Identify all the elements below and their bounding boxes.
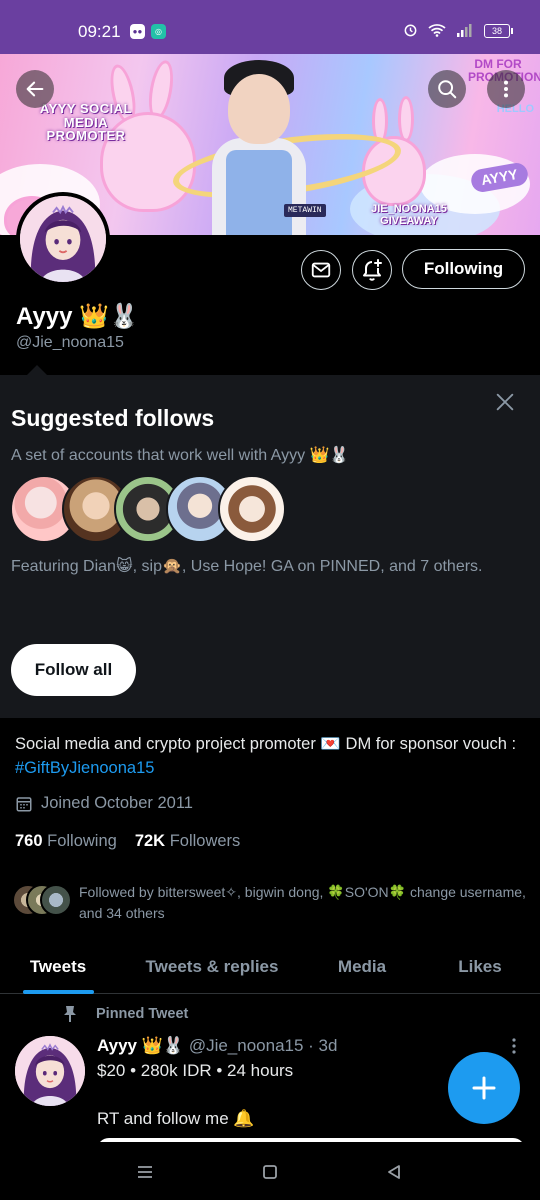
- arrow-left-icon: [26, 81, 44, 97]
- tweet-author-name[interactable]: Ayyy 👑🐰: [97, 1036, 184, 1055]
- avatar-illustration: [20, 196, 106, 282]
- bunny-ear: [398, 96, 414, 142]
- banner-text-giveaway: JIE_NOONA15 GIVEAWAY: [371, 203, 447, 227]
- banner-name-tag: METAWIN: [284, 204, 326, 217]
- menu-icon: [138, 1166, 152, 1178]
- teal-app-icon: ◎: [151, 24, 166, 39]
- alarm-icon: [403, 22, 418, 40]
- bio-hashtag-link[interactable]: #GiftByJienoona15: [15, 759, 154, 777]
- tab-tweets[interactable]: Tweets: [8, 940, 108, 994]
- tweet-more-button[interactable]: [506, 1036, 522, 1056]
- bell-plus-icon: [363, 259, 382, 281]
- recent-apps-button[interactable]: [133, 1160, 157, 1184]
- pinned-indicator: Pinned Tweet: [62, 1005, 188, 1023]
- battery-icon: 38: [484, 24, 513, 38]
- back-button[interactable]: [16, 70, 54, 108]
- profile-avatar[interactable]: [16, 192, 110, 286]
- message-button[interactable]: [301, 250, 341, 290]
- compose-tweet-button[interactable]: [448, 1052, 520, 1124]
- home-button[interactable]: [258, 1160, 282, 1184]
- search-icon: [438, 80, 457, 99]
- pinned-label: Pinned Tweet: [96, 1006, 189, 1022]
- suggested-avatar[interactable]: [218, 475, 286, 543]
- close-suggestions-button[interactable]: [490, 387, 520, 417]
- wifi-icon: [428, 23, 446, 40]
- signal-icon: [456, 23, 474, 40]
- envelope-icon: [311, 262, 331, 278]
- close-icon: [496, 393, 514, 411]
- suggested-featuring: Featuring Dian😸, sip🙊, Use Hope! GA on P…: [11, 558, 483, 575]
- joined-text: Joined October 2011: [41, 794, 193, 812]
- search-button[interactable]: [428, 70, 466, 108]
- square-icon: [263, 1165, 277, 1179]
- chat-bubble-icon: ●●: [130, 24, 145, 39]
- following-link[interactable]: 760 Following: [15, 832, 117, 850]
- followers-label: Followers: [169, 832, 241, 850]
- profile-handle: @Jie_noona15: [16, 334, 124, 351]
- tweet-text-line: RT and follow me 🔔: [97, 1109, 255, 1128]
- following-count: 760: [15, 832, 43, 850]
- status-right-icons: 38: [403, 22, 513, 40]
- joined-date: Joined October 2011: [15, 794, 193, 813]
- followed-by-avatars: [12, 884, 76, 916]
- tweet-avatar[interactable]: [15, 1036, 85, 1106]
- following-button[interactable]: Following: [402, 249, 525, 289]
- profile-name: Ayyy 👑🐰: [16, 303, 139, 330]
- profile-bio: Social media and crypto project promoter…: [15, 732, 525, 780]
- back-nav-button[interactable]: [382, 1160, 406, 1184]
- calendar-icon: [16, 796, 32, 811]
- status-bar: 09:21 ●● ◎ 38: [0, 0, 540, 54]
- more-options-button[interactable]: [487, 70, 525, 108]
- android-nav-bar: [0, 1142, 540, 1200]
- follow-stats: 760 Following 72K Followers: [15, 832, 240, 851]
- triangle-back-icon: [388, 1165, 400, 1179]
- tweet-header: Ayyy 👑🐰 @Jie_noona15 · 3d: [97, 1036, 337, 1056]
- plus-icon: [472, 1076, 496, 1100]
- suggested-subtitle: A set of accounts that work well with Ay…: [11, 447, 350, 464]
- tab-tweets-replies[interactable]: Tweets & replies: [132, 940, 292, 994]
- more-vertical-icon: [512, 1038, 516, 1054]
- followers-link[interactable]: 72K Followers: [135, 832, 240, 850]
- pin-icon: [64, 1006, 76, 1022]
- suggested-title: Suggested follows: [11, 405, 215, 431]
- avatar-illustration: [15, 1036, 85, 1106]
- followed-by-text: Followed by bittersweet✧, bigwin dong, 🍀…: [79, 884, 526, 921]
- follow-all-button[interactable]: Follow all: [11, 644, 136, 696]
- suggested-follows-panel: Suggested follows A set of accounts that…: [0, 375, 540, 718]
- active-tab-indicator: [23, 990, 94, 994]
- banner-text-left: AYYY SOCIAL MEDIA PROMOTER: [39, 101, 133, 144]
- status-time: 09:21: [78, 22, 121, 41]
- profile-tabs: Tweets Tweets & replies Media Likes: [0, 940, 540, 994]
- followed-by-avatar: [40, 884, 72, 916]
- tweet-text-line: $20 • 280k IDR • 24 hours: [97, 1061, 294, 1080]
- following-label: Following: [47, 832, 117, 850]
- more-vertical-icon: [503, 80, 509, 98]
- bio-text: Social media and crypto project promoter…: [15, 735, 517, 753]
- notification-icons: ●● ◎: [130, 24, 166, 39]
- followed-by[interactable]: Followed by bittersweet✧, bigwin dong, 🍀…: [12, 880, 527, 924]
- suggested-avatars[interactable]: [10, 475, 290, 545]
- notifications-button[interactable]: [352, 250, 392, 290]
- tab-likes[interactable]: Likes: [444, 940, 516, 994]
- tweet-handle-time: @Jie_noona15 · 3d: [188, 1036, 338, 1055]
- tab-media[interactable]: Media: [322, 940, 402, 994]
- followers-count: 72K: [134, 832, 166, 850]
